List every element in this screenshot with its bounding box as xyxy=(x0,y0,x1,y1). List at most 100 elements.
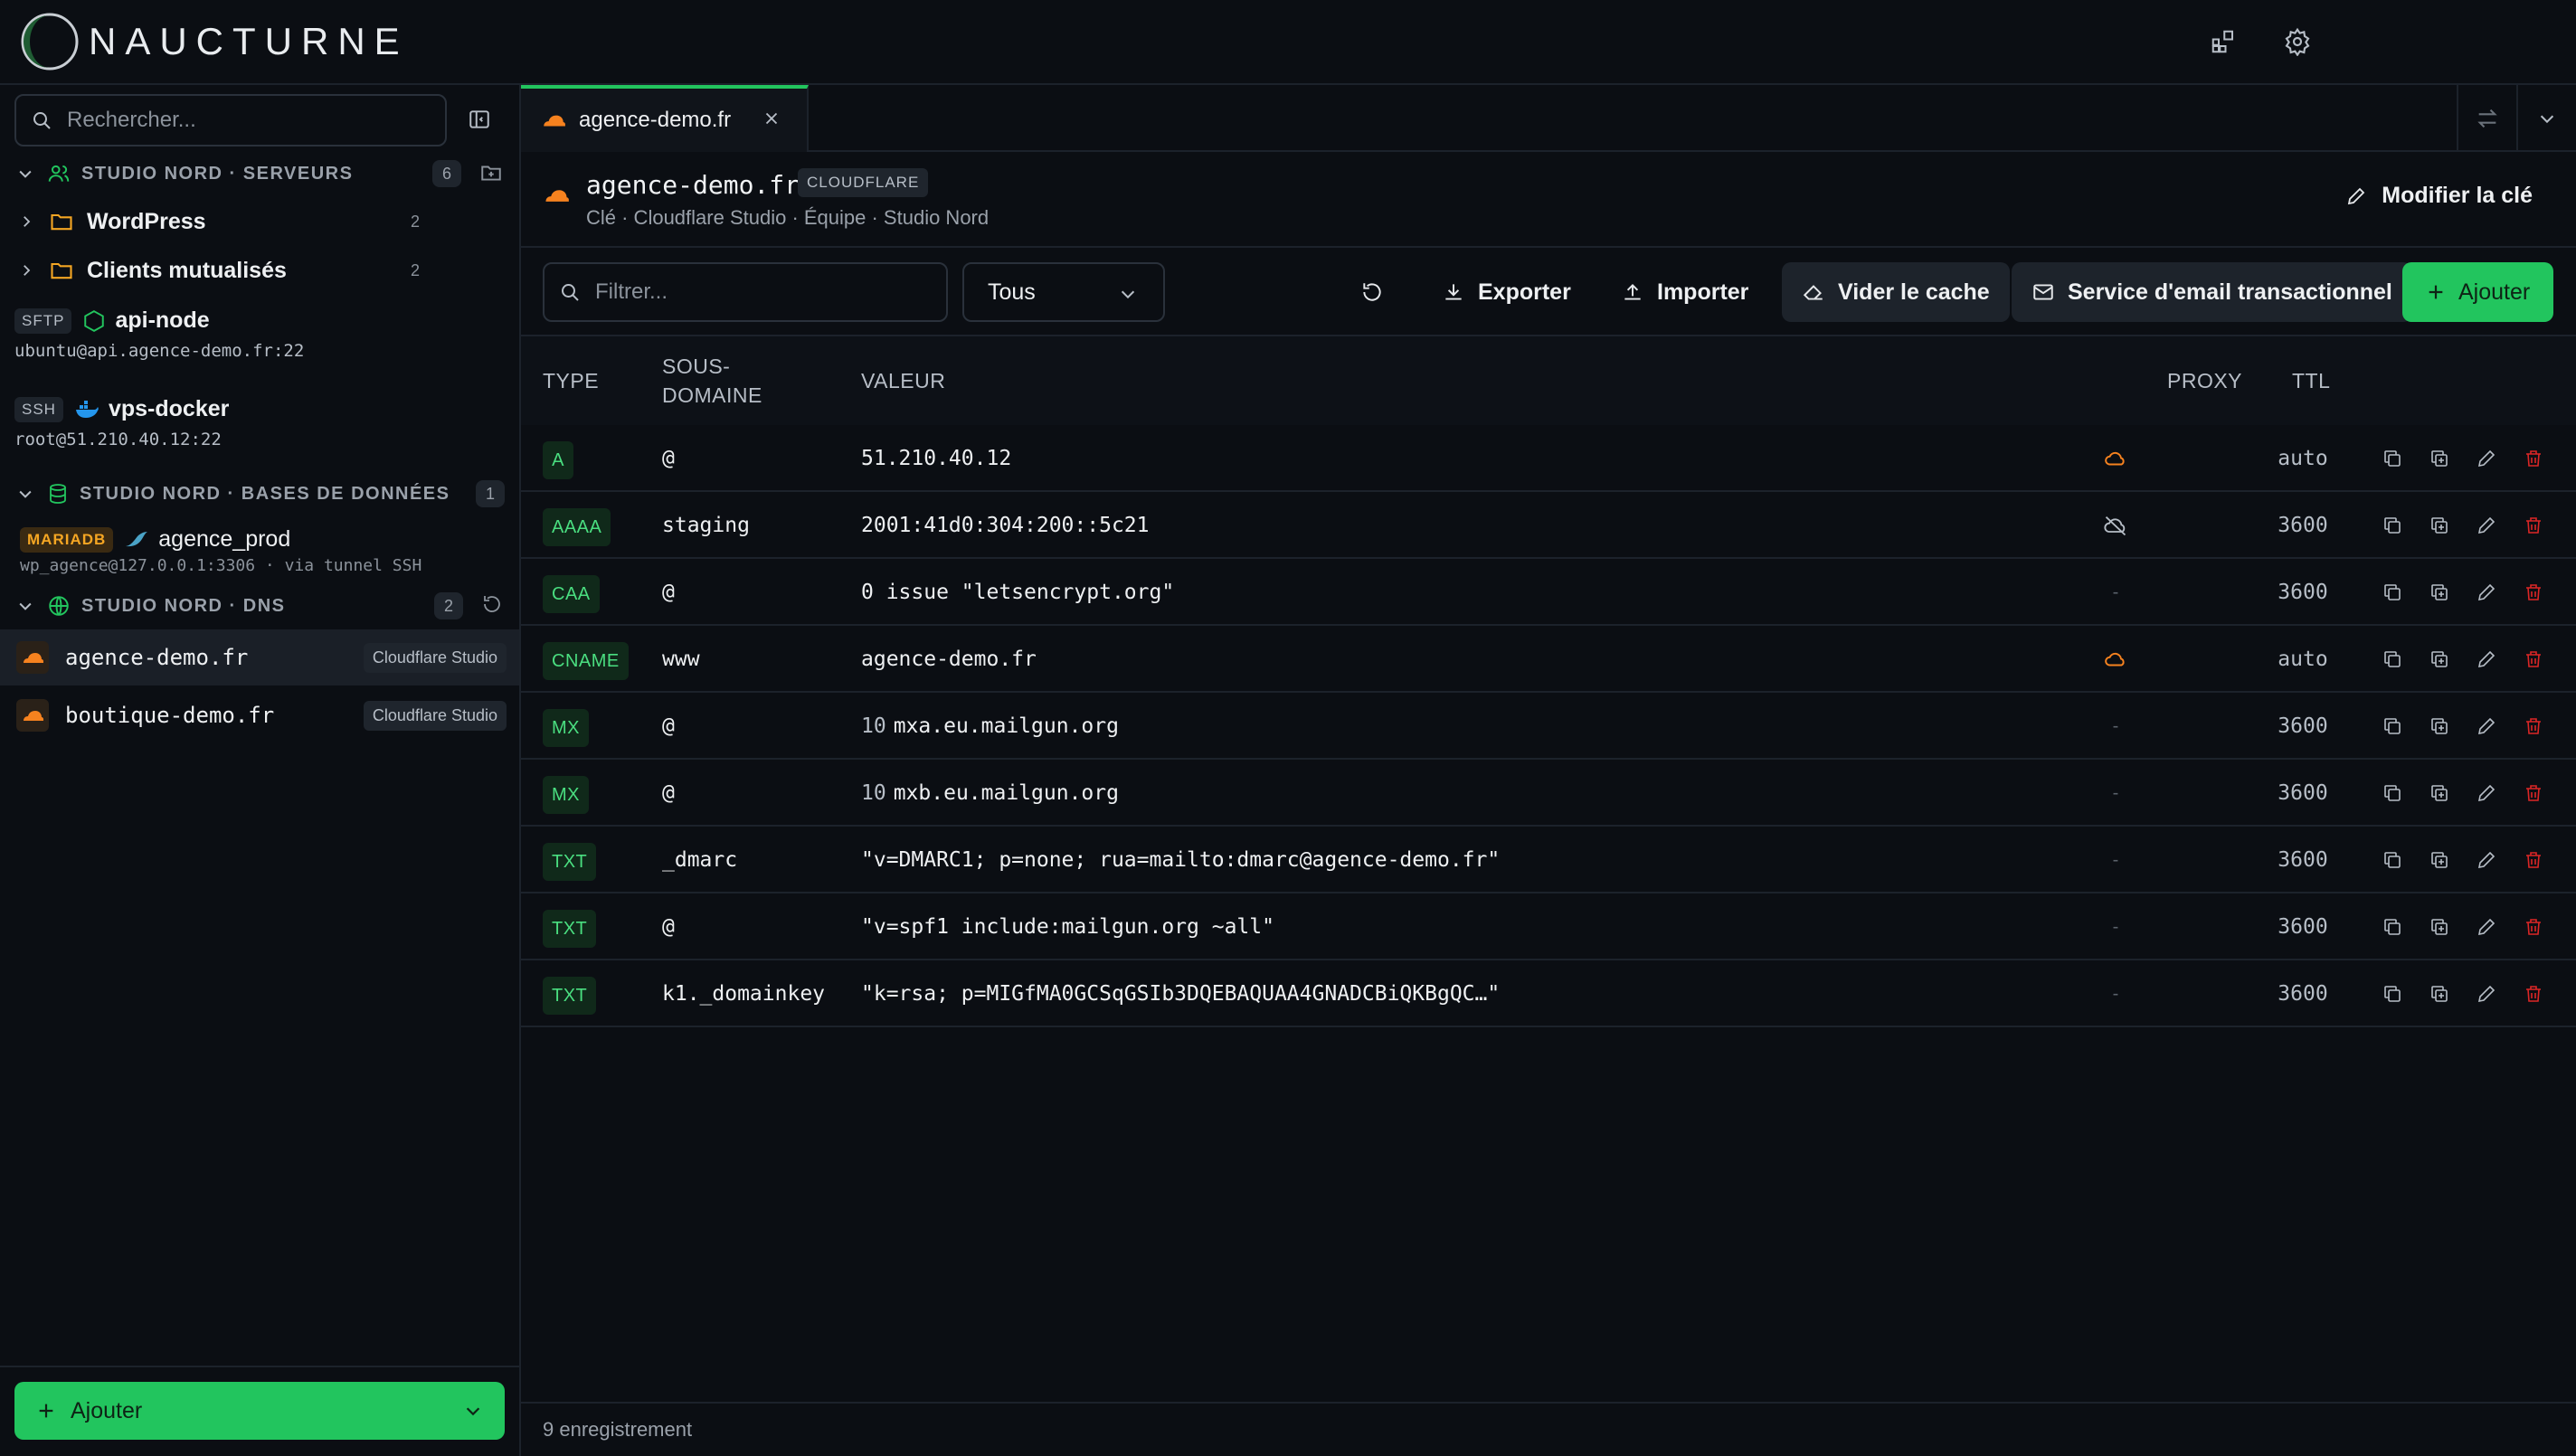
folder-wordpress[interactable]: WordPress 2 xyxy=(0,197,519,246)
copy-icon[interactable] xyxy=(2381,848,2404,872)
edit-pencil-icon[interactable] xyxy=(2475,447,2498,470)
record-type-badge: TXT xyxy=(543,843,597,881)
new-folder-icon[interactable] xyxy=(479,161,503,184)
connection-vps-docker[interactable]: SSH vps-docker root@51.210.40.12:22 xyxy=(0,396,519,449)
settings-gear-icon[interactable] xyxy=(2281,25,2314,58)
chevron-right-icon xyxy=(24,265,31,276)
table-row[interactable]: TXT @ "v=spf1 include:mailgun.org ~all" - 36… xyxy=(521,893,2576,960)
copy-icon[interactable] xyxy=(2381,514,2404,537)
proxy-off-cloud-icon[interactable] xyxy=(2093,492,2138,559)
type-select[interactable]: Tous xyxy=(962,262,1165,322)
table-row[interactable]: CNAME www agence-demo.fr auto xyxy=(521,626,2576,693)
copy-icon[interactable] xyxy=(2381,648,2404,671)
add-record-button[interactable]: Ajouter xyxy=(2402,262,2554,322)
transactional-email-label: Service d'email transactionnel xyxy=(2068,279,2392,305)
import-button[interactable]: Importer xyxy=(1621,262,1748,322)
table-row[interactable]: CAA @0 issue "letsencrypt.org" - 3600 xyxy=(521,559,2576,626)
delete-trash-icon[interactable] xyxy=(2522,848,2545,872)
export-button[interactable]: Exporter xyxy=(1442,262,1571,322)
duplicate-icon[interactable] xyxy=(2428,781,2451,805)
delete-trash-icon[interactable] xyxy=(2522,714,2545,738)
filter-input[interactable] xyxy=(595,279,921,305)
widgets-icon[interactable] xyxy=(2207,25,2240,58)
record-name: @ xyxy=(662,581,675,604)
duplicate-icon[interactable] xyxy=(2428,514,2451,537)
folder-clients-mutualises[interactable]: Clients mutualisés 2 xyxy=(0,246,519,295)
edit-pencil-icon[interactable] xyxy=(2475,648,2498,671)
delete-trash-icon[interactable] xyxy=(2522,514,2545,537)
col-subdomain-line1: SOUS- xyxy=(662,355,731,378)
mariadb-seal-icon xyxy=(126,531,148,546)
connection-agence-prod[interactable]: MARIADB agence_prod wp_agence@127.0.0.1:… xyxy=(0,526,519,575)
edit-pencil-icon[interactable] xyxy=(2475,514,2498,537)
delete-trash-icon[interactable] xyxy=(2522,447,2545,470)
table-row[interactable]: MX @10 mxb.eu.mailgun.org - 3600 xyxy=(521,760,2576,827)
sidebar-search-input[interactable] xyxy=(67,108,411,133)
edit-key-label: Modifier la clé xyxy=(2382,183,2533,208)
swap-arrows-icon[interactable] xyxy=(2457,85,2516,152)
tabs-menu-chevron-icon[interactable] xyxy=(2516,85,2576,152)
protocol-badge: SFTP xyxy=(14,307,72,334)
copy-icon[interactable] xyxy=(2381,447,2404,470)
table-row[interactable]: TXT _dmarc "v=DMARC1; p=none; rua=mailto:d… xyxy=(521,827,2576,893)
brand-name: NAUCTURNE xyxy=(89,20,409,62)
copy-icon[interactable] xyxy=(2381,915,2404,939)
record-type-badge: TXT xyxy=(543,910,597,948)
duplicate-icon[interactable] xyxy=(2428,915,2451,939)
tab-agence-demo[interactable]: agence-demo.fr xyxy=(521,85,809,152)
duplicate-icon[interactable] xyxy=(2428,848,2451,872)
table-row[interactable]: MX @10 mxa.eu.mailgun.org - 3600 xyxy=(521,693,2576,760)
edit-pencil-icon[interactable] xyxy=(2475,848,2498,872)
edit-pencil-icon[interactable] xyxy=(2475,714,2498,738)
purge-cache-button[interactable]: Vider le cache xyxy=(1782,262,2010,322)
table-row[interactable]: TXT k1._domainkey "k=rsa; p=MIGfMA0GCSqGSI… xyxy=(521,960,2576,1027)
chevron-down-icon[interactable] xyxy=(463,1401,483,1421)
table-row[interactable]: AAAA staging 2001:41d0:304:200::5c21 3600 xyxy=(521,492,2576,559)
group-header-servers[interactable]: STUDIO NORD · SERVEURS 6 xyxy=(0,150,519,197)
record-ttl: 3600 xyxy=(2278,781,2328,805)
duplicate-icon[interactable] xyxy=(2428,447,2451,470)
group-header-databases[interactable]: STUDIO NORD · BASES DE DONNÉES 1 xyxy=(0,470,519,517)
pencil-icon xyxy=(2348,187,2365,204)
docker-icon xyxy=(75,400,99,418)
edit-pencil-icon[interactable] xyxy=(2475,781,2498,805)
duplicate-icon[interactable] xyxy=(2428,982,2451,1006)
dns-zone-boutique-demo[interactable]: boutique-demo.fr Cloudflare Studio xyxy=(0,687,519,743)
refresh-icon[interactable] xyxy=(481,593,503,615)
dns-zone-agence-demo[interactable]: agence-demo.fr Cloudflare Studio xyxy=(0,629,519,685)
edit-pencil-icon[interactable] xyxy=(2475,581,2498,604)
copy-icon[interactable] xyxy=(2381,714,2404,738)
edit-key-button[interactable]: Modifier la clé xyxy=(2345,183,2533,209)
refresh-icon xyxy=(1363,283,1381,301)
delete-trash-icon[interactable] xyxy=(2522,581,2545,604)
duplicate-icon[interactable] xyxy=(2428,581,2451,604)
record-priority: 10 xyxy=(861,714,886,738)
proxy-on-cloud-icon[interactable] xyxy=(2093,425,2138,492)
group-header-dns[interactable]: STUDIO NORD · DNS 2 xyxy=(0,582,519,629)
record-type-badge: A xyxy=(543,441,573,479)
cloudflare-icon xyxy=(16,641,49,674)
table-row[interactable]: A @51.210.40.12 auto xyxy=(521,425,2576,492)
collapse-sidebar-icon[interactable] xyxy=(463,103,496,136)
delete-trash-icon[interactable] xyxy=(2522,781,2545,805)
connection-api-node[interactable]: SFTP api-node ubuntu@api.agence-demo.fr:… xyxy=(0,307,519,361)
delete-trash-icon[interactable] xyxy=(2522,982,2545,1006)
copy-icon[interactable] xyxy=(2381,982,2404,1006)
sidebar-search[interactable] xyxy=(14,94,447,147)
group-count-badge: 6 xyxy=(432,160,461,187)
edit-pencil-icon[interactable] xyxy=(2475,982,2498,1006)
refresh-button[interactable] xyxy=(1360,262,1384,322)
duplicate-icon[interactable] xyxy=(2428,714,2451,738)
sidebar-add-button[interactable]: Ajouter xyxy=(14,1382,505,1440)
copy-icon[interactable] xyxy=(2381,581,2404,604)
filter-box[interactable] xyxy=(543,262,948,322)
copy-icon[interactable] xyxy=(2381,781,2404,805)
delete-trash-icon[interactable] xyxy=(2522,648,2545,671)
close-icon[interactable] xyxy=(762,109,781,128)
edit-pencil-icon[interactable] xyxy=(2475,915,2498,939)
folder-count: 2 xyxy=(411,260,421,279)
duplicate-icon[interactable] xyxy=(2428,648,2451,671)
proxy-on-cloud-icon[interactable] xyxy=(2093,626,2138,693)
delete-trash-icon[interactable] xyxy=(2522,915,2545,939)
transactional-email-button[interactable]: Service d'email transactionnel xyxy=(2012,262,2412,322)
